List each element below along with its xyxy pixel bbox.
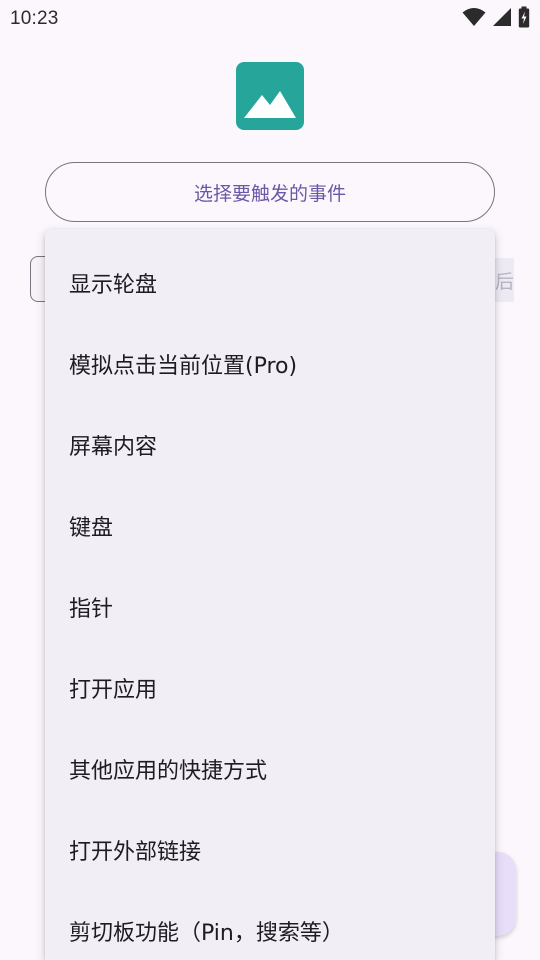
event-selector-label: 选择要触发的事件 xyxy=(193,182,346,205)
status-icons xyxy=(462,6,530,32)
menu-item-label: 其他应用的快捷方式 xyxy=(69,758,268,784)
menu-item-app-shortcuts[interactable]: 其他应用的快捷方式 xyxy=(45,728,495,809)
wifi-icon xyxy=(462,7,486,31)
menu-item-label: 指针 xyxy=(69,596,114,622)
app-image-icon xyxy=(236,62,304,130)
menu-item-label: 屏幕内容 xyxy=(69,434,158,460)
menu-item-show-wheel[interactable]: 显示轮盘 xyxy=(45,242,495,323)
image-icon xyxy=(236,91,304,130)
menu-item-label: 显示轮盘 xyxy=(69,272,158,298)
menu-item-label: 打开外部链接 xyxy=(69,839,202,865)
menu-item-label: 键盘 xyxy=(69,515,114,541)
event-selector-button[interactable]: 选择要触发的事件 xyxy=(45,162,495,222)
menu-item-clipboard[interactable]: 剪切板功能（Pin，搜索等） xyxy=(45,890,495,960)
background-chip-label: 后 xyxy=(494,270,514,293)
cellular-signal-icon xyxy=(492,7,512,31)
menu-item-label: 打开应用 xyxy=(69,677,158,703)
menu-item-screen-content[interactable]: 屏幕内容 xyxy=(45,404,495,485)
menu-item-label: 模拟点击当前位置(Pro) xyxy=(69,353,298,379)
status-bar: 10:23 xyxy=(0,0,540,38)
battery-charging-icon xyxy=(518,6,530,32)
menu-item-open-external-link[interactable]: 打开外部链接 xyxy=(45,809,495,890)
menu-item-label: 剪切板功能（Pin，搜索等） xyxy=(69,920,344,946)
menu-item-simulate-click[interactable]: 模拟点击当前位置(Pro) xyxy=(45,323,495,404)
event-dropdown-menu: 显示轮盘 模拟点击当前位置(Pro) 屏幕内容 键盘 指针 打开应用 其他应用的… xyxy=(45,229,495,960)
menu-item-keyboard[interactable]: 键盘 xyxy=(45,485,495,566)
menu-item-pointer[interactable]: 指针 xyxy=(45,566,495,647)
status-time: 10:23 xyxy=(10,8,59,29)
menu-item-open-app[interactable]: 打开应用 xyxy=(45,647,495,728)
